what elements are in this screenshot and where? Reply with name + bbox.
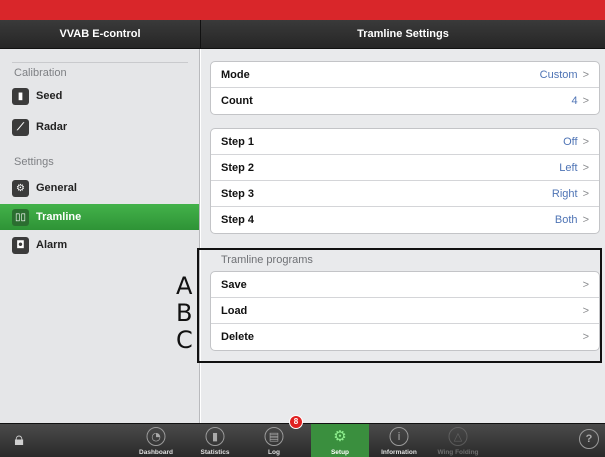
tab-dashboard[interactable]: ◔ Dashboard	[127, 424, 185, 457]
count-value: 4	[571, 95, 578, 107]
step-value: Off	[563, 135, 578, 148]
annotation-letter-c: C	[176, 326, 193, 354]
app-title: VVAB E-control	[59, 28, 141, 40]
sidebar-item-label: Radar	[36, 121, 68, 133]
sidebar-item-label: General	[36, 182, 77, 194]
chevron-right-icon: >	[582, 135, 589, 148]
mode-value: Custom	[539, 68, 578, 81]
radar-icon: ⟋	[12, 118, 29, 136]
lock-icon[interactable]: 🔒︎	[7, 428, 31, 452]
step-row[interactable]: Step 2 Left >	[211, 155, 599, 181]
step-label: Step 4	[221, 214, 255, 226]
annotation-letter-b: B	[176, 299, 193, 327]
bottom-tab-bar: ◔ Dashboard ▮ Statistics ▤ Log ⚙ Setup i…	[0, 423, 605, 457]
tab-label: Information	[381, 449, 417, 456]
mode-row[interactable]: Mode Custom >	[211, 62, 599, 88]
tab-label: Setup	[330, 449, 350, 456]
sidebar-item-alarm[interactable]: ◘ Alarm	[0, 232, 199, 258]
step-row[interactable]: Step 3 Right >	[211, 181, 599, 207]
step-label: Step 2	[221, 161, 255, 174]
seed-bag-icon: ▮	[12, 87, 29, 105]
step-label: Step 3	[221, 187, 255, 200]
info-icon: i	[389, 427, 409, 446]
sidebar-item-label: Tramline	[36, 211, 82, 223]
sidebar-item-general[interactable]: ⚙ General	[0, 175, 199, 201]
wing-folding-icon: △	[448, 427, 468, 446]
statistics-icon: ▮	[205, 427, 225, 446]
settings-panel: Mode Custom > Count 4 > Step 1 Off > Ste…	[201, 49, 605, 423]
help-icon[interactable]: ?	[579, 429, 599, 449]
chevron-right-icon: >	[582, 68, 589, 81]
count-row[interactable]: Count 4 >	[211, 88, 599, 114]
app-window: VVAB E-control Tramline Settings Calibra…	[0, 0, 605, 457]
gears-icon: ⚙	[333, 427, 347, 445]
tab-label: Statistics	[200, 449, 230, 456]
step-value: Left	[559, 161, 578, 174]
tab-information[interactable]: i Information	[370, 424, 428, 457]
page-title: Tramline Settings	[357, 28, 449, 40]
sidebar-item-label: Alarm	[36, 239, 68, 251]
tramline-icon: ▯▯	[12, 208, 29, 226]
calibration-section-label: Calibration	[14, 67, 67, 79]
chevron-right-icon: >	[582, 161, 589, 174]
general-settings-icon: ⚙	[12, 179, 29, 197]
chevron-right-icon: >	[582, 95, 589, 107]
header-bar: VVAB E-control Tramline Settings	[0, 20, 605, 49]
top-red-stripe	[0, 0, 605, 20]
mode-count-group: Mode Custom > Count 4 >	[210, 61, 600, 115]
tab-setup[interactable]: ⚙ Setup	[311, 424, 369, 457]
tab-statistics[interactable]: ▮ Statistics	[186, 424, 244, 457]
sidebar-item-radar[interactable]: ⟋ Radar	[0, 114, 199, 140]
sidebar-item-seed[interactable]: ▮ Seed	[0, 83, 199, 109]
log-icon: ▤	[264, 427, 284, 446]
sidebar-item-label: Seed	[36, 90, 63, 102]
count-label: Count	[221, 95, 253, 107]
alarm-icon: ◘	[12, 236, 29, 254]
tab-label: Log	[268, 449, 280, 456]
settings-section-label: Settings	[14, 156, 54, 168]
annotation-letter-a: A	[176, 272, 193, 300]
tab-label: Dashboard	[139, 449, 173, 456]
sidebar-item-tramline[interactable]: ▯▯ Tramline	[0, 204, 199, 230]
steps-group: Step 1 Off > Step 2 Left > Step 3 Right …	[210, 128, 600, 234]
mode-label: Mode	[221, 68, 250, 81]
step-value: Both	[554, 214, 578, 226]
step-row[interactable]: Step 4 Both >	[211, 207, 599, 233]
step-value: Right	[551, 187, 578, 200]
speedometer-icon: ◔	[146, 427, 166, 446]
sidebar-divider	[12, 62, 188, 63]
step-label: Step 1	[221, 135, 255, 148]
step-row[interactable]: Step 1 Off >	[211, 129, 599, 155]
sidebar: Calibration ▮ Seed ⟋ Radar Settings ⚙ Ge…	[0, 49, 200, 423]
chevron-right-icon: >	[582, 214, 589, 226]
log-notification-badge: 8	[289, 415, 303, 429]
tab-label: Wing Folding	[437, 449, 479, 456]
tab-wing-folding[interactable]: △ Wing Folding	[429, 424, 487, 457]
annotation-box	[197, 248, 602, 363]
chevron-right-icon: >	[582, 187, 589, 200]
